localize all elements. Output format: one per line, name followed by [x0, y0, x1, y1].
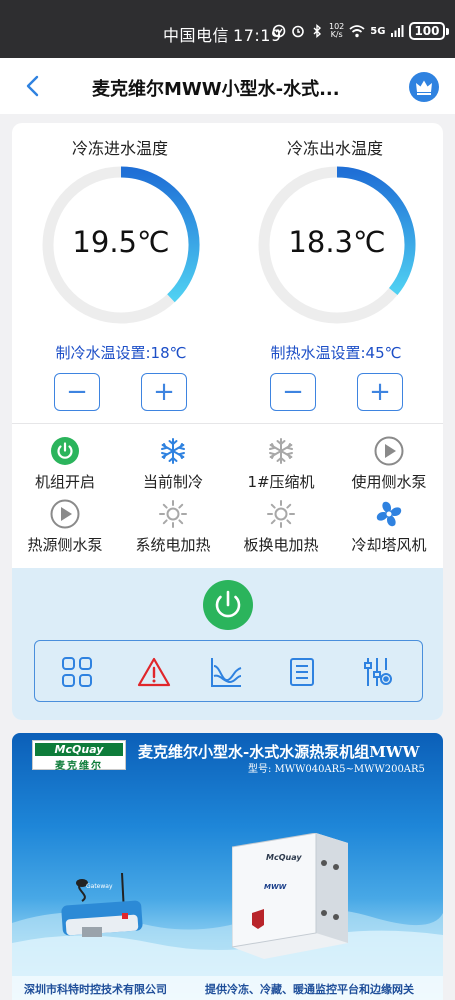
- grid-icon[interactable]: [59, 654, 95, 690]
- power-on-icon: [51, 437, 79, 465]
- status-cooling-tower-fan: 冷却塔风机: [336, 499, 442, 555]
- alarm-icon: [292, 25, 304, 38]
- banner-model: 型号: MWW040AR5~MWW200AR5: [248, 764, 425, 775]
- function-toolbar: [34, 640, 423, 702]
- inlet-temperature-value: 19.5℃: [72, 225, 170, 259]
- snowflake-icon: [269, 438, 293, 464]
- logo-bottom-text: 麦克维尔: [55, 761, 103, 772]
- title-bar: 麦克维尔MWW小型水-水式...: [0, 58, 455, 114]
- bluetooth-icon: [313, 24, 322, 38]
- status-carrier-time: 中国电信 17:19: [163, 22, 282, 46]
- gauge-title-inlet: 冷冻进水温度: [71, 139, 168, 158]
- device-model-text: MWW: [264, 883, 287, 891]
- status-label: 冷却塔风机: [351, 536, 427, 554]
- status-label: 当前制冷: [142, 473, 203, 491]
- section-divider: [12, 423, 443, 424]
- warning-icon[interactable]: [136, 654, 172, 690]
- heat-pump-unit-image: [232, 833, 348, 959]
- fan-icon: [376, 501, 402, 527]
- sun-icon: [267, 500, 295, 528]
- wifi-icon: [349, 25, 365, 38]
- curve-chart-icon[interactable]: [208, 654, 244, 690]
- gauge-title-outlet: 冷冻出水温度: [286, 139, 383, 158]
- snowflake-icon: [161, 438, 185, 464]
- heating-setpoint-label: 制热水温设置:45℃: [270, 344, 402, 362]
- company-slogan: 提供冷冻、冷藏、暖通监控平台和边缘网关: [205, 983, 414, 996]
- crown-icon: [416, 80, 432, 95]
- gateway-brand-text: Gateway: [86, 883, 113, 890]
- status-label: 热源侧水泵: [27, 536, 103, 554]
- page-title: 麦克维尔MWW小型水-水式...: [92, 79, 340, 100]
- power-icon: [215, 590, 241, 618]
- net-speed-unit: K/s: [330, 30, 343, 39]
- play-icon: [374, 436, 404, 466]
- company-name: 深圳市科特时控技术有限公司: [24, 983, 167, 996]
- device-brand-text: McQuay: [266, 853, 302, 862]
- chevron-left-icon[interactable]: [22, 74, 46, 98]
- net-speed: 102 K/s: [329, 23, 344, 39]
- status-use-side-pump: 使用侧水泵: [336, 436, 442, 492]
- product-banner[interactable]: McQuay 麦克维尔 麦克维尔小型水-水式水源热泵机组MWW 型号: MWW0…: [12, 733, 443, 1000]
- status-label: 机组开启: [34, 473, 95, 491]
- heating-decrease-button[interactable]: −: [270, 373, 316, 411]
- status-label: 板换电加热: [243, 536, 319, 554]
- list-icon[interactable]: [284, 654, 320, 690]
- logo-top-text: McQuay: [35, 743, 123, 756]
- banner-footer: 深圳市科特时控技术有限公司 提供冷冻、冷藏、暖通监控平台和边缘网关: [12, 976, 443, 1000]
- data-saver-icon: [272, 24, 286, 38]
- status-bar: 中国电信 17:19 102 K/s 5G 100: [0, 0, 455, 58]
- battery-tip: [445, 27, 449, 35]
- control-card: 冷冻进水温度 冷冻出水温度 19.5℃ 18.3℃ 制冷水温设置:18℃ 制热水…: [12, 123, 443, 720]
- heating-increase-button[interactable]: +: [357, 373, 403, 411]
- carrier-label: 中国电信: [163, 26, 230, 45]
- sun-icon: [159, 500, 187, 528]
- battery-indicator: 100: [409, 22, 445, 40]
- cooling-increase-button[interactable]: +: [141, 373, 187, 411]
- status-unit-on: 机组开启: [12, 436, 118, 492]
- status-plate-heater: 板换电加热: [228, 499, 334, 555]
- status-source-side-pump: 热源侧水泵: [12, 499, 118, 555]
- status-label: 系统电加热: [135, 536, 211, 554]
- status-label: 1#压缩机: [247, 473, 315, 491]
- mcquay-logo: McQuay 麦克维尔: [32, 740, 126, 772]
- cooling-setpoint-label: 制冷水温设置:18℃: [55, 344, 187, 362]
- status-label: 使用侧水泵: [351, 473, 427, 491]
- network-type: 5G: [370, 25, 386, 37]
- status-icons: 102 K/s 5G 100: [272, 22, 449, 40]
- sliders-icon[interactable]: [360, 654, 396, 690]
- play-icon: [50, 499, 80, 529]
- vip-button[interactable]: [409, 72, 439, 102]
- outlet-temperature-value: 18.3℃: [288, 225, 386, 259]
- banner-title: 麦克维尔小型水-水式水源热泵机组MWW: [138, 743, 420, 761]
- power-button[interactable]: [203, 580, 253, 630]
- status-compressor-1: 1#压缩机: [228, 436, 334, 492]
- status-cooling: 当前制冷: [120, 436, 226, 492]
- signal-icon: [391, 25, 404, 37]
- cooling-decrease-button[interactable]: −: [54, 373, 100, 411]
- status-system-heater: 系统电加热: [120, 499, 226, 555]
